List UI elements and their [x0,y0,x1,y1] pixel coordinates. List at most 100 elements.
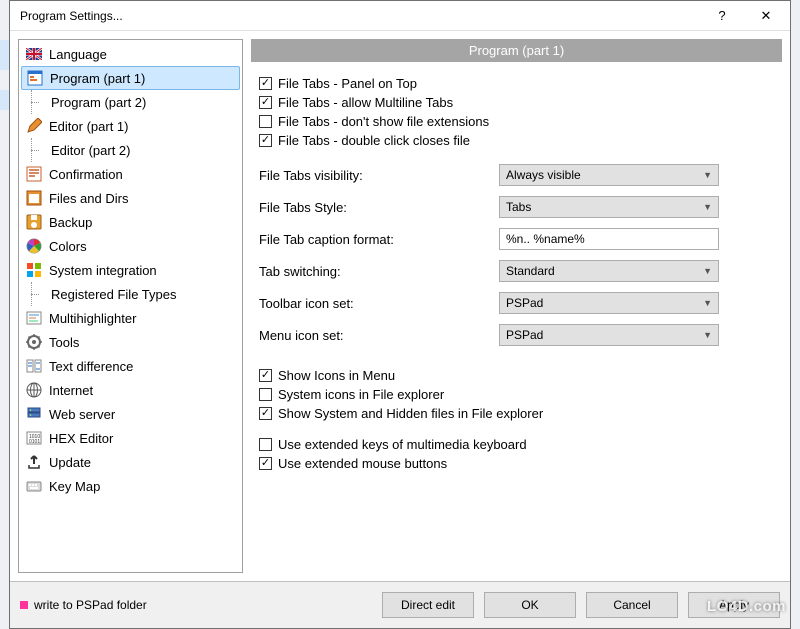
checkbox-icon[interactable] [259,134,272,147]
checkbox-label: System icons in File explorer [278,387,444,402]
checkbox-row[interactable]: File Tabs - double click closes file [259,133,774,148]
checkbox-icon[interactable] [259,96,272,109]
checkbox-row[interactable]: Use extended mouse buttons [259,456,774,471]
checkbox-label: File Tabs - allow Multiline Tabs [278,95,453,110]
highlight-icon [25,309,43,327]
sidebar-item-label: Editor (part 1) [49,119,128,134]
sidebar-item-multihighlighter[interactable]: Multihighlighter [19,306,242,330]
sidebar-item-label: Program (part 2) [51,95,146,110]
checkbox-icon[interactable] [259,369,272,382]
sidebar-item-label: Update [49,455,91,470]
checkbox-row[interactable]: System icons in File explorer [259,387,774,402]
settings-window: Program Settings... ? ✕ LanguageProgram … [9,0,791,629]
sidebar-item-language[interactable]: Language [19,42,242,66]
select-value: PSPad [506,296,543,310]
sidebar-item-editor-part-2-[interactable]: Editor (part 2) [19,138,242,162]
checkbox-row[interactable]: Use extended keys of multimedia keyboard [259,437,774,452]
field-row: File Tabs Style:Tabs▼ [259,196,774,218]
select-file-tabs-style-[interactable]: Tabs▼ [499,196,719,218]
sidebar-item-program-part-1-[interactable]: Program (part 1) [21,66,240,90]
close-button[interactable]: ✕ [744,2,788,30]
sidebar-item-update[interactable]: Update [19,450,242,474]
select-value: Tabs [506,200,531,214]
dialog-footer: write to PSPad folder Direct edit OK Can… [10,581,790,628]
status-text: write to PSPad folder [34,598,147,612]
none [41,141,45,159]
section-header: Program (part 1) [251,39,782,62]
update-icon [25,453,43,471]
sidebar-item-label: Colors [49,239,87,254]
sidebar-item-label: Program (part 1) [50,71,145,86]
footer-status: write to PSPad folder [20,598,372,612]
sidebar-item-internet[interactable]: Internet [19,378,242,402]
none [41,285,45,303]
checkbox-row[interactable]: Show Icons in Menu [259,368,774,383]
field-label: File Tab caption format: [259,232,499,247]
field-row: Menu icon set:PSPad▼ [259,324,774,346]
sidebar-item-system-integration[interactable]: System integration [19,258,242,282]
status-indicator-icon [20,601,28,609]
sidebar-item-colors[interactable]: Colors [19,234,242,258]
tools-icon [25,333,43,351]
checkbox-icon[interactable] [259,438,272,451]
sidebar-item-label: Language [49,47,107,62]
checkbox-label: Use extended keys of multimedia keyboard [278,437,527,452]
checkbox-label: Use extended mouse buttons [278,456,447,471]
confirm-icon [25,165,43,183]
sidebar-item-label: Multihighlighter [49,311,136,326]
sidebar-item-label: HEX Editor [49,431,113,446]
checkbox-row[interactable]: File Tabs - allow Multiline Tabs [259,95,774,110]
program-icon [26,69,44,87]
help-button[interactable]: ? [700,2,744,30]
field-label: Tab switching: [259,264,499,279]
sidebar-item-tools[interactable]: Tools [19,330,242,354]
field-label: File Tabs Style: [259,200,499,215]
sidebar-item-confirmation[interactable]: Confirmation [19,162,242,186]
checkbox-row[interactable]: File Tabs - don't show file extensions [259,114,774,129]
svg-text:0101: 0101 [29,439,40,445]
select-toolbar-icon-set-[interactable]: PSPad▼ [499,292,719,314]
select-file-tabs-visibility-[interactable]: Always visible▼ [499,164,719,186]
windows-icon [25,261,43,279]
chevron-down-icon: ▼ [703,330,712,340]
sidebar-item-label: System integration [49,263,157,278]
text-input[interactable]: %n.. %name% [499,228,719,250]
sidebar-item-key-map[interactable]: Key Map [19,474,242,498]
sidebar-item-label: Text difference [49,359,133,374]
chevron-down-icon: ▼ [703,266,712,276]
colors-icon [25,237,43,255]
sidebar-item-program-part-2-[interactable]: Program (part 2) [19,90,242,114]
settings-sidebar[interactable]: Language Program (part 1) Program (part 2)… [18,39,243,573]
form-area: File Tabs - Panel on Top File Tabs - allo… [251,76,782,573]
keymap-icon [25,477,43,495]
sidebar-item-label: Tools [49,335,79,350]
direct-edit-button[interactable]: Direct edit [382,592,474,618]
checkbox-icon[interactable] [259,77,272,90]
select-menu-icon-set-[interactable]: PSPad▼ [499,324,719,346]
field-label: Menu icon set: [259,328,499,343]
checkbox-row[interactable]: File Tabs - Panel on Top [259,76,774,91]
sidebar-item-text-difference[interactable]: Text difference [19,354,242,378]
sidebar-item-registered-file-types[interactable]: Registered File Types [19,282,242,306]
checkbox-icon[interactable] [259,457,272,470]
sidebar-item-web-server[interactable]: Web server [19,402,242,426]
sidebar-item-hex-editor[interactable]: 10100101HEX Editor [19,426,242,450]
sidebar-item-label: Confirmation [49,167,123,182]
apply-button[interactable]: Apply [688,592,780,618]
checkbox-label: Show Icons in Menu [278,368,395,383]
checkbox-row[interactable]: Show System and Hidden files in File exp… [259,406,774,421]
diff-icon [25,357,43,375]
ok-button[interactable]: OK [484,592,576,618]
checkbox-icon[interactable] [259,388,272,401]
checkbox-icon[interactable] [259,115,272,128]
cancel-button[interactable]: Cancel [586,592,678,618]
sidebar-item-editor-part-1-[interactable]: Editor (part 1) [19,114,242,138]
editor-icon [25,117,43,135]
field-row: Tab switching:Standard▼ [259,260,774,282]
checkbox-icon[interactable] [259,407,272,420]
field-row: File Tabs visibility:Always visible▼ [259,164,774,186]
select-tab-switching-[interactable]: Standard▼ [499,260,719,282]
sidebar-item-backup[interactable]: Backup [19,210,242,234]
sidebar-item-files-and-dirs[interactable]: Files and Dirs [19,186,242,210]
field-row: File Tab caption format:%n.. %name% [259,228,774,250]
